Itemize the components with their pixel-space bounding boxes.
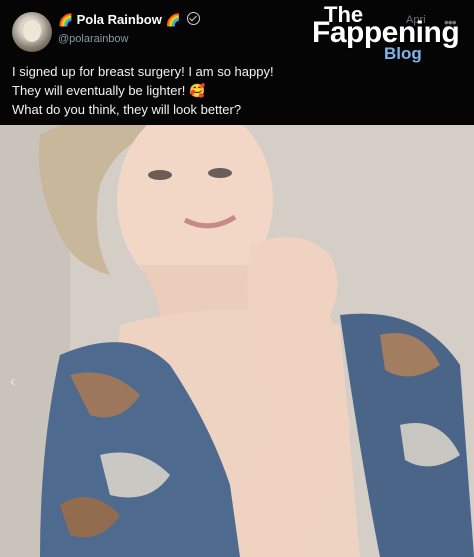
watermark-logo: The Fappening Blog bbox=[312, 0, 472, 66]
post-line-3: What do you think, they will look better… bbox=[12, 102, 242, 117]
post-line-2: They will eventually be lighter! 🥰 bbox=[12, 83, 206, 98]
author-name[interactable]: 🌈 Pola Rainbow 🌈 bbox=[58, 12, 201, 27]
rainbow-emoji-right: 🌈 bbox=[165, 13, 181, 27]
watermark-blog: Blog bbox=[384, 44, 422, 63]
post-line-1: I signed up for breast surgery! I am so … bbox=[12, 64, 274, 79]
avatar[interactable] bbox=[12, 12, 52, 52]
author-handle[interactable]: @polarainbow bbox=[58, 33, 129, 45]
photo-illustration bbox=[0, 125, 474, 557]
rainbow-emoji-left: 🌈 bbox=[58, 13, 73, 27]
post-header: 🌈 Pola Rainbow 🌈 @polarainbow Apri ••• I… bbox=[0, 0, 474, 125]
previous-image-arrow-icon[interactable]: ‹ bbox=[10, 373, 15, 391]
author-name-text: Pola Rainbow bbox=[76, 12, 162, 27]
post-text: I signed up for breast surgery! I am so … bbox=[12, 62, 274, 119]
post-photo[interactable]: ‹ bbox=[0, 125, 474, 557]
verified-check-icon bbox=[187, 12, 201, 25]
